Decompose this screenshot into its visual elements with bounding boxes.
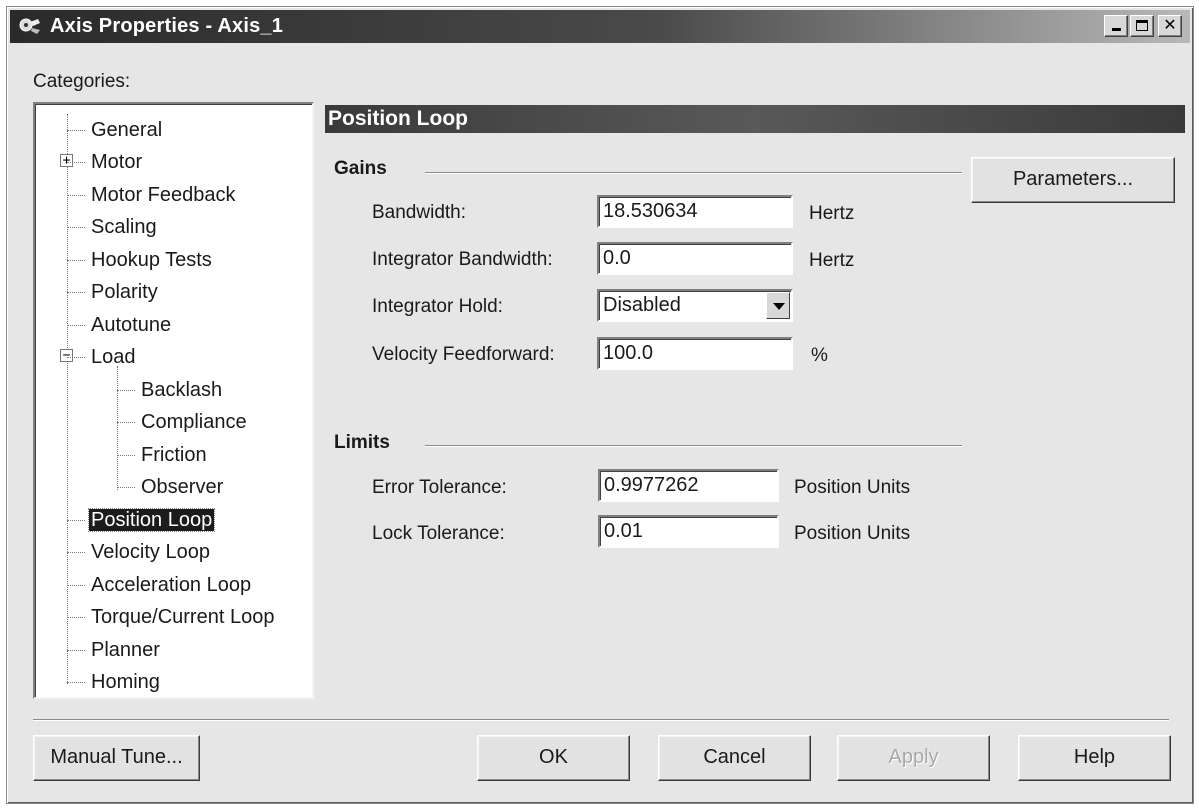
apply-button[interactable]: Apply bbox=[837, 735, 990, 781]
integrator-hold-label: Integrator Hold: bbox=[372, 296, 503, 317]
panel-title: Position Loop bbox=[325, 105, 1185, 133]
velocity-feedforward-unit: % bbox=[811, 345, 828, 366]
integrator-bandwidth-label: Integrator Bandwidth: bbox=[372, 249, 553, 270]
tree-item-backlash[interactable]: Backlash bbox=[117, 375, 224, 405]
bandwidth-input[interactable]: 18.530634 bbox=[597, 195, 793, 228]
chevron-down-icon[interactable] bbox=[766, 292, 790, 319]
lock-tolerance-label: Lock Tolerance: bbox=[372, 523, 505, 544]
tree-item-general[interactable]: General bbox=[67, 115, 164, 145]
ok-button[interactable]: OK bbox=[477, 735, 630, 781]
gains-group-title: Gains bbox=[334, 158, 387, 179]
manual-tune-button[interactable]: Manual Tune... bbox=[33, 735, 200, 781]
tree-item-velocity-loop[interactable]: Velocity Loop bbox=[67, 537, 212, 567]
tree-item-motor-feedback[interactable]: Motor Feedback bbox=[67, 180, 238, 210]
tree-item-friction[interactable]: Friction bbox=[117, 440, 209, 470]
tree-item-planner[interactable]: Planner bbox=[67, 635, 162, 665]
tree-item-motor[interactable]: Motor bbox=[67, 147, 144, 177]
integrator-hold-value: Disabled bbox=[603, 294, 681, 316]
title-bar[interactable]: Axis Properties - Axis_1 ✕ bbox=[10, 10, 1190, 43]
bandwidth-label: Bandwidth: bbox=[372, 202, 467, 223]
maximize-icon bbox=[1136, 20, 1148, 31]
tree-item-acceleration-loop[interactable]: Acceleration Loop bbox=[67, 570, 253, 600]
tree-item-load[interactable]: Load bbox=[67, 342, 138, 372]
error-tolerance-unit: Position Units bbox=[794, 477, 911, 498]
minimize-button[interactable] bbox=[1104, 15, 1128, 37]
error-tolerance-input[interactable]: 0.9977262 bbox=[598, 469, 779, 502]
error-tolerance-label: Error Tolerance: bbox=[372, 477, 507, 498]
axis-properties-dialog: Axis Properties - Axis_1 ✕ Categories: G… bbox=[6, 6, 1194, 804]
velocity-feedforward-label: Velocity Feedforward: bbox=[372, 344, 555, 365]
maximize-button[interactable] bbox=[1130, 15, 1154, 37]
tree-item-torque-current-loop[interactable]: Torque/Current Loop bbox=[67, 602, 276, 632]
minimize-icon bbox=[1111, 28, 1121, 31]
tree-item-hookup-tests[interactable]: Hookup Tests bbox=[67, 245, 214, 275]
parameters-button[interactable]: Parameters... bbox=[971, 157, 1175, 203]
velocity-feedforward-input[interactable]: 100.0 bbox=[597, 337, 793, 370]
limits-divider bbox=[425, 445, 962, 447]
tree-item-observer[interactable]: Observer bbox=[117, 472, 225, 502]
footer-divider bbox=[33, 719, 1169, 721]
tree-item-homing[interactable]: Homing bbox=[67, 667, 162, 697]
lock-tolerance-input[interactable]: 0.01 bbox=[598, 515, 779, 548]
limits-group-title: Limits bbox=[334, 432, 390, 453]
help-button[interactable]: Help bbox=[1018, 735, 1171, 781]
axis-icon bbox=[19, 18, 40, 34]
categories-label: Categories: bbox=[33, 71, 131, 92]
integrator-bandwidth-unit: Hertz bbox=[809, 250, 855, 271]
gains-divider bbox=[425, 172, 962, 174]
window-title: Axis Properties - Axis_1 bbox=[50, 15, 284, 37]
bandwidth-unit: Hertz bbox=[809, 203, 855, 224]
tree-item-polarity[interactable]: Polarity bbox=[67, 277, 160, 307]
cancel-button[interactable]: Cancel bbox=[658, 735, 811, 781]
close-button[interactable]: ✕ bbox=[1158, 15, 1182, 37]
integrator-bandwidth-input[interactable]: 0.0 bbox=[597, 242, 793, 275]
tree-item-scaling[interactable]: Scaling bbox=[67, 212, 159, 242]
lock-tolerance-unit: Position Units bbox=[794, 523, 911, 544]
categories-tree[interactable]: General + Motor Motor Feedback Scaling H… bbox=[33, 102, 314, 699]
integrator-hold-select[interactable]: Disabled bbox=[597, 289, 793, 322]
close-icon: ✕ bbox=[1163, 17, 1177, 34]
tree-item-compliance[interactable]: Compliance bbox=[117, 407, 249, 437]
tree-item-position-loop[interactable]: Position Loop bbox=[67, 505, 216, 535]
tree-item-autotune[interactable]: Autotune bbox=[67, 310, 173, 340]
